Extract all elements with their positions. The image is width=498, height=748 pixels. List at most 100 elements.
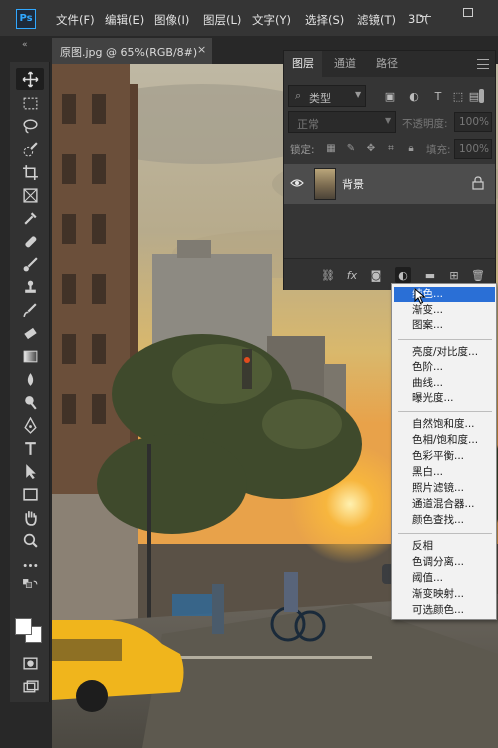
mask-icon[interactable]: ◙	[368, 267, 384, 283]
menu-item-hue-saturation[interactable]: 色相/饱和度...	[412, 433, 494, 448]
eyedropper-icon[interactable]	[16, 207, 44, 229]
type-filter-icon[interactable]: T	[430, 88, 446, 104]
layer-filter-select[interactable]: ⌕ 类型 ▼	[288, 85, 366, 107]
menu-item-curves[interactable]: 曲线...	[412, 376, 494, 391]
menu-select[interactable]: 选择(S)	[305, 12, 344, 28]
lock-position-icon[interactable]: ✥	[364, 141, 378, 155]
chevron-down-icon: ▼	[355, 90, 362, 99]
dodge-icon[interactable]	[16, 391, 44, 413]
hand-icon[interactable]	[16, 506, 44, 528]
fx-icon[interactable]: fx	[344, 267, 360, 283]
menu-filter[interactable]: 滤镜(T)	[357, 12, 396, 28]
lock-image-icon[interactable]: ✎	[344, 141, 358, 155]
menu-layer[interactable]: 图层(L)	[203, 12, 241, 28]
eye-icon[interactable]	[290, 176, 304, 190]
menu-item-color-lookup[interactable]: 颜色查找...	[412, 513, 494, 528]
gradient-icon[interactable]	[16, 345, 44, 367]
folder-icon[interactable]: ▬	[422, 267, 438, 283]
zoom-icon[interactable]	[16, 529, 44, 551]
lock-row: 锁定: ▦ ✎ ✥ ⌗ 🔒︎ 填充: 100%	[284, 139, 495, 159]
filter-toggle[interactable]	[479, 89, 484, 103]
more-tools-icon[interactable]	[16, 554, 44, 576]
menu-item-gradient-map[interactable]: 渐变映射...	[412, 587, 494, 602]
menu-type[interactable]: 文字(Y)	[252, 12, 291, 28]
lock-label: 锁定:	[290, 144, 315, 156]
panel-menu-icon[interactable]	[477, 59, 489, 69]
menu-item-exposure[interactable]: 曝光度...	[412, 391, 494, 406]
menu-item-gradient[interactable]: 渐变...	[412, 303, 494, 318]
menu-item-photo-filter[interactable]: 照片滤镜...	[412, 481, 494, 496]
link-icon[interactable]: ⛓	[320, 267, 336, 283]
menu-item-channel-mixer[interactable]: 通道混合器...	[412, 497, 494, 512]
toolbar	[10, 62, 50, 702]
pixel-filter-icon[interactable]: ▣	[382, 88, 398, 104]
rectangle-icon[interactable]	[16, 483, 44, 505]
blend-row: 正常 ▼ 不透明度: 100%	[284, 111, 495, 133]
opacity-value: 100%	[459, 116, 490, 128]
menu-item-black-white[interactable]: 黑白...	[412, 465, 494, 480]
frame-icon[interactable]	[16, 184, 44, 206]
layer-row-background[interactable]: 背景	[284, 164, 495, 204]
document-tab[interactable]: 原图.jpg @ 65%(RGB/8#) ×	[52, 38, 212, 64]
foreground-color-swatch[interactable]	[15, 618, 32, 635]
lock-transparent-icon[interactable]: ▦	[324, 141, 338, 155]
menu-item-pattern[interactable]: 图案...	[412, 318, 494, 333]
type-icon[interactable]	[16, 437, 44, 459]
history-brush-icon[interactable]	[16, 299, 44, 321]
menu-item-solid-color[interactable]: 纯色...	[394, 287, 495, 302]
lock-artboard-icon[interactable]: ⌗	[384, 141, 398, 155]
menu-item-levels[interactable]: 色阶...	[412, 360, 494, 375]
move-icon[interactable]	[16, 68, 44, 90]
fill-label: 填充:	[426, 144, 451, 156]
quick-mask-icon[interactable]	[16, 652, 44, 674]
menu-file[interactable]: 文件(F)	[56, 12, 95, 28]
swap-colors-icon[interactable]	[16, 578, 44, 594]
new-layer-icon[interactable]: ⊞	[446, 267, 462, 283]
close-tab-icon[interactable]: ×	[197, 43, 206, 56]
minimize-icon[interactable]	[420, 16, 431, 17]
eraser-icon[interactable]	[16, 322, 44, 344]
menu-item-color-balance[interactable]: 色彩平衡...	[412, 449, 494, 464]
chevron-down-icon: ▼	[385, 116, 392, 125]
menu-item-selective-color[interactable]: 可选颜色...	[412, 603, 494, 618]
menu-3d[interactable]: 3D(	[408, 12, 429, 26]
opacity-field[interactable]: 100%	[454, 112, 492, 132]
menu-separator	[398, 339, 492, 340]
maximize-icon[interactable]	[463, 8, 473, 17]
menu-item-vibrance[interactable]: 自然饱和度...	[412, 417, 494, 432]
path-select-icon[interactable]	[16, 460, 44, 482]
adjustment-icon[interactable]: ◐	[395, 267, 411, 283]
menu-separator	[398, 411, 492, 412]
tab-paths[interactable]: 路径	[368, 51, 406, 77]
menu-edit[interactable]: 编辑(E)	[105, 12, 144, 28]
shape-filter-icon[interactable]: ⬚	[450, 88, 466, 104]
lock-icon[interactable]	[472, 176, 484, 190]
tab-layers[interactable]: 图层	[284, 51, 322, 77]
menu-item-threshold[interactable]: 阈值...	[412, 571, 494, 586]
photoshop-logo: Ps	[16, 9, 36, 29]
healing-brush-icon[interactable]	[16, 230, 44, 252]
menu-image[interactable]: 图像(I)	[154, 12, 189, 28]
clone-stamp-icon[interactable]	[16, 276, 44, 298]
fill-field[interactable]: 100%	[454, 139, 492, 159]
blend-mode-select[interactable]: 正常 ▼	[288, 111, 396, 133]
trash-icon[interactable]: 🗑︎	[470, 267, 486, 283]
marquee-icon[interactable]	[16, 92, 44, 114]
crop-icon[interactable]	[16, 161, 44, 183]
blur-icon[interactable]	[16, 368, 44, 390]
lasso-icon[interactable]	[16, 115, 44, 137]
brush-icon[interactable]	[16, 253, 44, 275]
layer-filter-row: ⌕ 类型 ▼ ▣ ◐ T ⬚ ▤	[284, 85, 495, 107]
collapse-toolbar-icon[interactable]: «	[22, 40, 27, 50]
layer-thumbnail	[314, 168, 336, 200]
menu-item-brightness-contrast[interactable]: 亮度/对比度...	[412, 345, 494, 360]
menu-item-invert[interactable]: 反相	[412, 539, 494, 554]
quick-select-icon[interactable]	[16, 138, 44, 160]
pen-icon[interactable]	[16, 414, 44, 436]
tab-channels[interactable]: 通道	[326, 51, 364, 77]
fill-value: 100%	[459, 143, 490, 155]
adjustment-filter-icon[interactable]: ◐	[406, 88, 422, 104]
lock-all-icon[interactable]: 🔒︎	[404, 141, 418, 155]
screen-mode-icon[interactable]	[16, 676, 44, 698]
menu-item-posterize[interactable]: 色调分离...	[412, 555, 494, 570]
